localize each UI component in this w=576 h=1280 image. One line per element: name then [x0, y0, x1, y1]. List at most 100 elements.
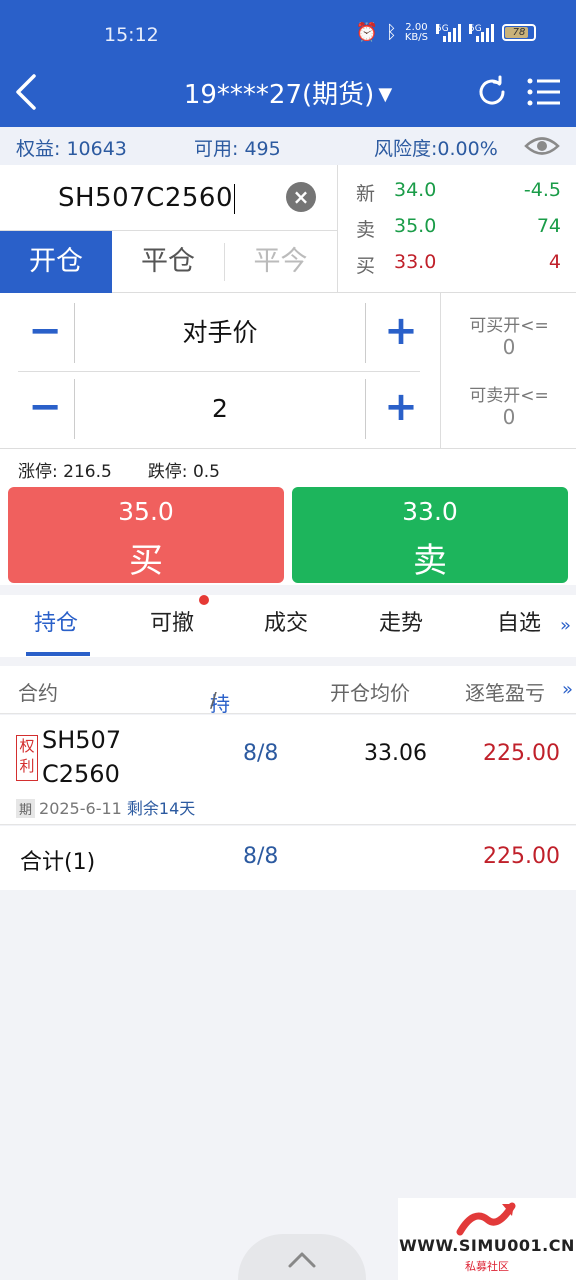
summary-hold: 8/8	[243, 844, 279, 869]
watermark-subtext: 私募社区	[465, 1260, 509, 1273]
battery-icon: 78	[502, 24, 536, 41]
tab-open-position[interactable]: 开仓	[0, 231, 112, 293]
status-bar: 15:12 ⏰ ᛒ 2.00 KB/S 5G 5G 78	[0, 0, 576, 70]
menu-list-icon	[527, 78, 560, 106]
status-time: 15:12	[104, 24, 159, 46]
position-code-line1: SH507	[42, 726, 122, 754]
summary-pnl: 225.00	[483, 844, 560, 869]
risk-text: 风险度:0.00%	[374, 138, 498, 160]
tab-cancelable[interactable]: 可撤	[150, 605, 194, 637]
menu-button[interactable]	[526, 74, 562, 110]
position-expiry: 期 2025-6-11 剩余14天	[16, 795, 195, 819]
bid-volume: 4	[548, 251, 561, 273]
order-steppers: − 对手价 + − 2 +	[0, 293, 440, 449]
watermark-logo-icon	[456, 1202, 516, 1236]
price-stepper: − 对手价 +	[18, 303, 420, 363]
col-contract: 合约	[18, 681, 58, 705]
quote-panel: 新 34.0 -4.5 卖 35.0 74 买 33.0 4	[337, 165, 576, 293]
expiry-tag: 期	[16, 799, 36, 818]
last-label: 新	[356, 183, 376, 205]
contract-code: SH507C2560	[58, 183, 234, 213]
watermark: WWW.SIMU001.CN 私募社区	[398, 1198, 576, 1280]
bottom-tabs: 持仓 可撤 成交 走势 自选 »	[0, 595, 576, 657]
equity-text: 权益: 10643	[16, 138, 127, 160]
eye-icon	[524, 137, 560, 155]
quantity-field[interactable]: 2	[74, 379, 366, 439]
sell-label: 卖	[413, 541, 447, 581]
app-header: 15:12 ⏰ ᛒ 2.00 KB/S 5G 5G 78 19****27(期货…	[0, 0, 576, 127]
account-title: 19****27(期货)	[183, 80, 375, 110]
order-type-tabs: 开仓 平仓 平今	[0, 231, 337, 293]
sell-button[interactable]: 33.0 卖	[292, 487, 568, 583]
tab-close-today[interactable]: 平今	[224, 231, 337, 293]
network-speed-value: 2.00	[405, 21, 428, 33]
tabs-more-icon[interactable]: »	[560, 615, 571, 636]
position-code-line2: C2560	[42, 760, 120, 788]
option-type-badge: 权利	[16, 735, 38, 781]
summary-label: 合计(1)	[20, 850, 96, 875]
tab-positions[interactable]: 持仓	[34, 605, 78, 637]
col-pnl: 逐笔盈亏	[465, 681, 545, 705]
available-text: 可用: 495	[194, 138, 281, 160]
contract-input[interactable]: SH507C2560 ×	[0, 165, 337, 231]
positions-table-header: 合约 持仓/可用 开仓均价 逐笔盈亏 »	[0, 666, 576, 769]
can-sell-value: 0	[502, 405, 516, 429]
signal-icon: 5G	[436, 23, 461, 42]
last-change: -4.5	[523, 179, 561, 201]
quote-last-row: 新 34.0 -4.5	[338, 179, 576, 209]
network-speed-unit: KB/S	[404, 31, 428, 43]
account-summary: 权益: 10643 可用: 495 风险度:0.00%	[0, 127, 576, 165]
ask-label: 卖	[356, 219, 376, 241]
clear-icon[interactable]: ×	[286, 182, 316, 212]
order-panel: SH507C2560 × 开仓 平仓 平今 新 34.0 -4.5 卖 35.0…	[0, 165, 576, 585]
quote-bid-row: 买 33.0 4	[338, 251, 576, 281]
tab-trades[interactable]: 成交	[264, 605, 308, 637]
sim2-tag: 5G	[469, 23, 482, 34]
bluetooth-icon: ᛒ	[386, 22, 397, 43]
refresh-button[interactable]	[474, 74, 510, 110]
buy-label: 买	[129, 541, 163, 581]
signal-icon-2: 5G	[469, 23, 494, 42]
can-sell-label: 可卖开<=	[469, 386, 549, 406]
quantity-increase-button[interactable]: +	[374, 379, 428, 439]
battery-level: 78	[512, 27, 526, 38]
limit-down: 跌停: 0.5	[147, 462, 220, 482]
text-caret	[234, 183, 236, 214]
dropdown-caret-icon: ▼	[378, 84, 393, 105]
tab-trend[interactable]: 走势	[379, 605, 423, 637]
quote-ask-row: 卖 35.0 74	[338, 215, 576, 245]
ask-volume: 74	[536, 215, 561, 237]
toggle-visibility-button[interactable]	[524, 131, 560, 161]
buy-button[interactable]: 35.0 买	[8, 487, 284, 583]
alarm-icon: ⏰	[355, 22, 379, 43]
last-price: 34.0	[394, 179, 437, 201]
tab-watchlist[interactable]: 自选	[497, 605, 541, 637]
price-decrease-button[interactable]: −	[18, 303, 72, 363]
buy-price: 35.0	[118, 497, 174, 526]
ask-price: 35.0	[394, 215, 437, 237]
quantity-decrease-button[interactable]: −	[18, 379, 72, 439]
position-contract: SH507 C2560	[42, 723, 121, 791]
nav-bar: 19****27(期货) ▼	[0, 62, 576, 122]
expand-panel-button[interactable]	[238, 1234, 366, 1280]
price-increase-button[interactable]: +	[374, 303, 428, 363]
position-avg-price: 33.06	[364, 741, 427, 766]
notification-dot	[199, 595, 209, 605]
table-row[interactable]: 权利 SH507 C2560 8/8 33.06 225.00 期 2025-6-…	[0, 715, 576, 825]
position-pnl: 225.00	[483, 741, 560, 766]
col-avg-price: 开仓均价	[330, 681, 410, 705]
price-type-field[interactable]: 对手价	[74, 303, 366, 363]
position-hold: 8/8	[243, 741, 279, 766]
available-qty-panel: 可买开<= 0 可卖开<= 0	[440, 293, 576, 449]
can-buy-value: 0	[502, 335, 516, 359]
chevron-up-icon	[288, 1252, 316, 1268]
quantity-stepper: − 2 +	[18, 379, 420, 439]
bid-label: 买	[356, 255, 376, 277]
expiry-date: 2025-6-11	[39, 799, 122, 818]
active-tab-indicator	[26, 652, 90, 656]
stepper-divider	[18, 371, 420, 372]
columns-more-icon[interactable]: »	[562, 679, 573, 700]
price-limits: 涨停: 216.5 跌停: 0.5	[18, 457, 256, 482]
bid-price: 33.0	[394, 251, 437, 273]
tab-close-position[interactable]: 平仓	[112, 231, 224, 293]
